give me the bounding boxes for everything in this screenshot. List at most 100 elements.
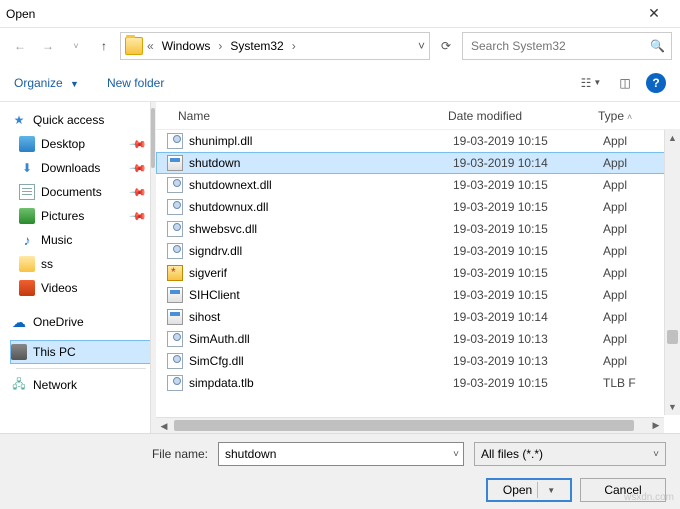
file-date: 19-03-2019 10:13 <box>453 332 603 346</box>
breadcrumb-item[interactable]: System32 <box>226 37 287 55</box>
scroll-thumb[interactable] <box>174 420 634 431</box>
nav-recent-icon[interactable]: ˅ <box>64 34 88 58</box>
organize-menu[interactable]: Organize ▼ <box>14 76 79 90</box>
file-type: Appl <box>603 244 627 258</box>
address-dropdown-icon[interactable]: ˅ <box>418 39 425 53</box>
filename-field[interactable] <box>223 446 453 462</box>
filter-label: All files (*.*) <box>481 447 543 461</box>
sidebar-item-ss[interactable]: ss <box>10 252 152 276</box>
file-type: Appl <box>603 332 627 346</box>
file-date: 19-03-2019 10:13 <box>453 354 603 368</box>
file-icon <box>167 221 183 237</box>
column-name[interactable]: Name <box>178 109 448 123</box>
cancel-button[interactable]: Cancel <box>580 478 666 502</box>
file-name: shutdown <box>189 156 453 170</box>
sidebar-item-downloads[interactable]: ⬇ Downloads 📌 <box>10 156 152 180</box>
file-row[interactable]: sihost19-03-2019 10:14Appl <box>156 306 680 328</box>
file-list[interactable]: shunimpl.dll19-03-2019 10:15Applshutdown… <box>156 130 680 433</box>
chevron-down-icon[interactable]: ▼ <box>547 486 555 495</box>
divider <box>537 482 538 498</box>
file-date: 19-03-2019 10:15 <box>453 288 603 302</box>
sidebar-label: Pictures <box>41 209 84 223</box>
file-row[interactable]: SIHClient19-03-2019 10:15Appl <box>156 284 680 306</box>
file-row[interactable]: SimCfg.dll19-03-2019 10:13Appl <box>156 350 680 372</box>
file-row[interactable]: simpdata.tlb19-03-2019 10:15TLB F <box>156 372 680 394</box>
scroll-right-icon[interactable]: ▶ <box>648 418 664 433</box>
file-type: Appl <box>603 288 627 302</box>
sidebar-label: Documents <box>41 185 102 199</box>
star-icon: ★ <box>11 112 27 128</box>
horizontal-scrollbar[interactable]: ◀ ▶ <box>156 417 664 433</box>
breadcrumb-item[interactable]: Windows <box>158 37 215 55</box>
file-name: signdrv.dll <box>189 244 453 258</box>
sidebar-item-music[interactable]: ♪ Music <box>10 228 152 252</box>
file-name: simpdata.tlb <box>189 376 453 390</box>
sidebar-network[interactable]: 🖧 Network <box>10 373 152 397</box>
file-name: shutdownux.dll <box>189 200 453 214</box>
file-icon <box>167 155 183 171</box>
chevron-right-icon[interactable]: › <box>216 39 224 53</box>
file-row[interactable]: shutdownux.dll19-03-2019 10:15Appl <box>156 196 680 218</box>
column-date[interactable]: Date modified <box>448 109 598 123</box>
file-row[interactable]: sigverif19-03-2019 10:15Appl <box>156 262 680 284</box>
address-bar[interactable]: « Windows › System32 › ˅ <box>120 32 430 60</box>
file-icon <box>167 309 183 325</box>
chevron-down-icon[interactable]: ˅ <box>453 449 459 460</box>
music-icon: ♪ <box>19 232 35 248</box>
scroll-down-icon[interactable]: ▼ <box>665 399 680 415</box>
file-date: 19-03-2019 10:15 <box>453 134 603 148</box>
crumb-overflow[interactable]: « <box>145 39 156 53</box>
computer-icon <box>11 344 27 360</box>
chevron-right-icon[interactable]: › <box>290 39 298 53</box>
scroll-left-icon[interactable]: ◀ <box>156 419 172 434</box>
search-field[interactable] <box>469 38 650 54</box>
close-icon[interactable]: ✕ <box>634 5 674 22</box>
file-list-pane: Name Date modified Type˄ shunimpl.dll19-… <box>156 102 680 433</box>
sidebar-quick-access[interactable]: ★ Quick access <box>10 108 152 132</box>
downloads-icon: ⬇ <box>19 160 35 176</box>
view-options-icon[interactable]: ☷▼ <box>578 72 604 94</box>
file-row[interactable]: shutdownext.dll19-03-2019 10:15Appl <box>156 174 680 196</box>
scroll-thumb[interactable] <box>667 330 678 344</box>
file-name: SimAuth.dll <box>189 332 453 346</box>
file-type: Appl <box>603 200 627 214</box>
file-icon <box>167 177 183 193</box>
file-row[interactable]: shwebsvc.dll19-03-2019 10:15Appl <box>156 218 680 240</box>
scroll-up-icon[interactable]: ▲ <box>665 130 680 146</box>
file-type-filter[interactable]: All files (*.*) ˅ <box>474 442 666 466</box>
sidebar-item-documents[interactable]: Documents 📌 <box>10 180 152 204</box>
refresh-icon[interactable]: ⟳ <box>434 39 458 53</box>
file-icon <box>167 331 183 347</box>
help-icon[interactable]: ? <box>646 73 666 93</box>
open-button[interactable]: Open ▼ <box>486 478 572 502</box>
file-name: SimCfg.dll <box>189 354 453 368</box>
new-folder-button[interactable]: New folder <box>107 76 164 90</box>
file-row[interactable]: shunimpl.dll19-03-2019 10:15Appl <box>156 130 680 152</box>
sidebar-item-desktop[interactable]: Desktop 📌 <box>10 132 152 156</box>
vertical-scrollbar[interactable]: ▲ ▼ <box>664 130 680 415</box>
sidebar-onedrive[interactable]: ☁ OneDrive <box>10 310 152 334</box>
filename-input[interactable]: ˅ <box>218 442 464 466</box>
column-headers[interactable]: Name Date modified Type˄ <box>156 102 680 130</box>
file-row[interactable]: SimAuth.dll19-03-2019 10:13Appl <box>156 328 680 350</box>
file-date: 19-03-2019 10:15 <box>453 200 603 214</box>
file-row[interactable]: signdrv.dll19-03-2019 10:15Appl <box>156 240 680 262</box>
search-input[interactable]: 🔍 <box>462 32 672 60</box>
sidebar-item-videos[interactable]: Videos <box>10 276 152 300</box>
sidebar-item-pictures[interactable]: Pictures 📌 <box>10 204 152 228</box>
nav-back-icon[interactable]: ← <box>8 34 32 58</box>
cancel-label: Cancel <box>604 483 641 497</box>
preview-pane-icon[interactable]: ◫ <box>612 72 638 94</box>
column-type[interactable]: Type˄ <box>598 109 680 123</box>
file-date: 19-03-2019 10:14 <box>453 310 603 324</box>
filename-label: File name: <box>152 447 208 461</box>
sidebar-this-pc[interactable]: This PC <box>10 340 152 364</box>
sidebar-label: ss <box>41 257 53 271</box>
file-name: shunimpl.dll <box>189 134 453 148</box>
file-name: sigverif <box>189 266 453 280</box>
file-name: shutdownext.dll <box>189 178 453 192</box>
pictures-icon <box>19 208 35 224</box>
nav-up-icon[interactable]: ↑ <box>92 34 116 58</box>
file-row[interactable]: shutdown19-03-2019 10:14Appl <box>156 152 680 174</box>
open-label: Open <box>503 483 532 497</box>
